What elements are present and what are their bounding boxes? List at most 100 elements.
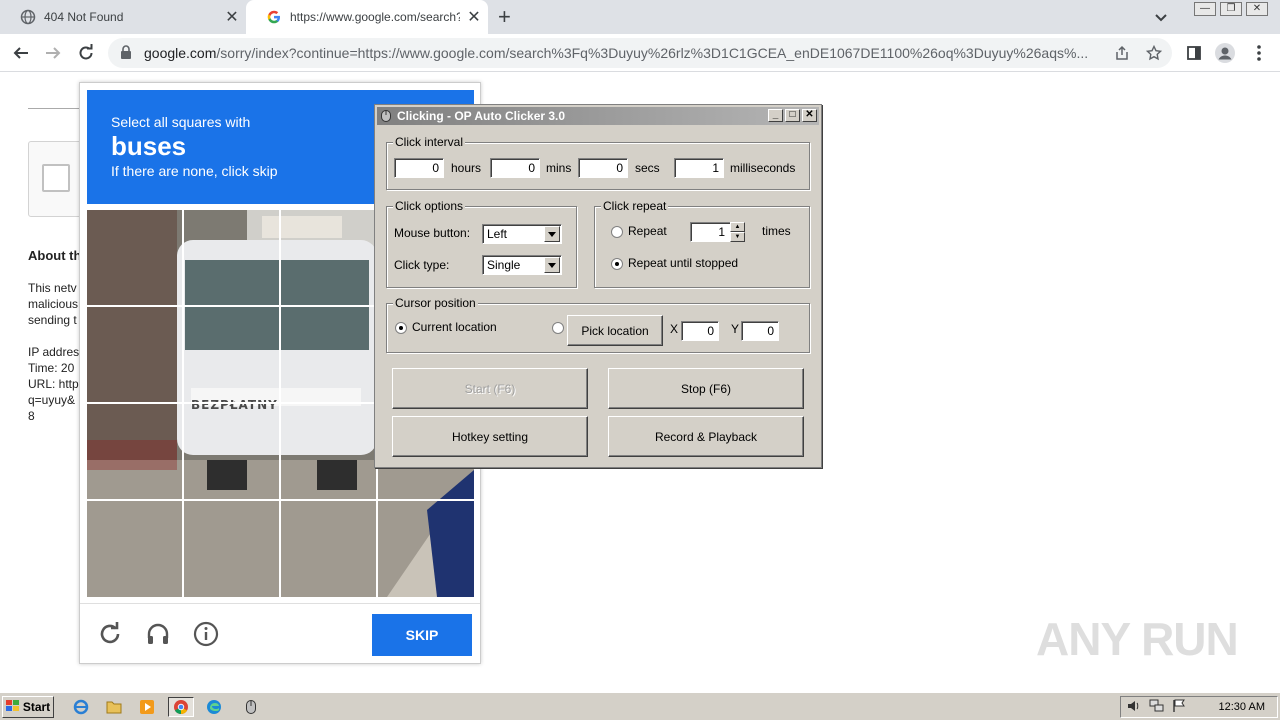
close-icon[interactable]: ✕ xyxy=(1246,2,1268,16)
recaptcha-checkbox[interactable] xyxy=(42,164,70,192)
current-location-radio[interactable] xyxy=(395,322,407,334)
star-icon[interactable] xyxy=(1145,44,1163,61)
reload-icon[interactable] xyxy=(96,620,124,648)
click-type-value: Single xyxy=(487,258,521,272)
dropdown-arrow-icon[interactable] xyxy=(544,226,560,242)
profile-avatar-icon[interactable] xyxy=(1214,42,1236,64)
mins-label: mins xyxy=(546,161,572,175)
secs-label: secs xyxy=(635,161,660,175)
stop-button[interactable]: Stop (F6) xyxy=(608,368,804,409)
back-arrow-icon[interactable] xyxy=(10,42,32,64)
restore-icon[interactable]: ❐ xyxy=(1220,2,1242,16)
tab-title: 404 Not Found xyxy=(44,10,124,24)
tab-google[interactable]: https://www.google.com/search?q= ✕ xyxy=(246,0,488,34)
headphones-icon[interactable] xyxy=(144,620,172,648)
times-label: times xyxy=(762,224,791,238)
chevron-down-icon[interactable] xyxy=(1152,8,1170,26)
window-title-bar[interactable]: Clicking - OP Auto Clicker 3.0 _ □ ✕ xyxy=(377,107,819,125)
repeat-label: Repeat xyxy=(628,224,667,238)
address-bar[interactable]: google.com/sorry/index?continue=https://… xyxy=(108,38,1172,68)
window-controls: — ❐ ✕ xyxy=(1194,2,1268,16)
start-button[interactable]: Start (F6) xyxy=(392,368,588,409)
about-heading: About th xyxy=(28,248,82,263)
tab-close-icon[interactable]: ✕ xyxy=(218,7,246,27)
secs-input[interactable]: 0 xyxy=(578,158,628,178)
folder-icon[interactable] xyxy=(103,697,125,717)
browser-toolbar: google.com/sorry/index?continue=https://… xyxy=(0,34,1280,72)
minimize-icon[interactable]: _ xyxy=(768,109,783,122)
x-input[interactable]: 0 xyxy=(681,321,719,341)
repeat-spinner[interactable]: ▲ ▼ xyxy=(730,222,745,242)
mouse-button-value: Left xyxy=(487,227,508,241)
bus-sign-text: BEZPŁATNY xyxy=(191,398,278,412)
start-button[interactable]: Start xyxy=(2,696,54,718)
info-icon[interactable] xyxy=(192,620,220,648)
grid-line xyxy=(87,499,474,501)
chrome-icon[interactable] xyxy=(168,697,194,717)
group-label: Cursor position xyxy=(393,296,478,310)
mins-input[interactable]: 0 xyxy=(490,158,540,178)
auto-clicker-window: Clicking - OP Auto Clicker 3.0 _ □ ✕ Cli… xyxy=(374,104,822,468)
pick-location-radio[interactable] xyxy=(552,322,564,334)
new-tab-button[interactable]: + xyxy=(498,6,511,28)
pick-location-button[interactable]: Pick location xyxy=(567,315,663,346)
google-icon xyxy=(266,9,282,25)
mouse-button-select[interactable]: Left xyxy=(482,224,562,244)
clock: 12:30 AM xyxy=(1218,701,1265,713)
edge-icon[interactable] xyxy=(203,697,225,717)
windows-logo-icon xyxy=(5,699,20,715)
challenge-footer: SKIP xyxy=(80,603,480,663)
group-label: Click repeat xyxy=(601,199,669,213)
dropdown-arrow-icon[interactable] xyxy=(544,257,560,273)
anyrun-watermark: ANY RUN xyxy=(1036,613,1239,665)
screen: 404 Not Found ✕ https://www.google.com/s… xyxy=(0,0,1280,720)
volume-icon[interactable] xyxy=(1127,699,1141,716)
record-playback-button[interactable]: Record & Playback xyxy=(608,416,804,457)
y-input[interactable]: 0 xyxy=(741,321,779,341)
kebab-menu-icon[interactable] xyxy=(1248,42,1270,64)
click-options-group: Click options Mouse button: Left Click t… xyxy=(386,199,577,288)
lock-icon[interactable] xyxy=(120,44,132,62)
url-text[interactable]: google.com/sorry/index?continue=https://… xyxy=(144,45,1106,61)
spin-up-icon[interactable]: ▲ xyxy=(730,222,745,232)
network-icon[interactable] xyxy=(1149,699,1165,716)
taskbar: Start 12:30 AM xyxy=(0,692,1280,720)
hotkey-setting-button[interactable]: Hotkey setting xyxy=(392,416,588,457)
repeat-count-input[interactable]: 1 xyxy=(690,222,732,242)
maximize-icon[interactable]: □ xyxy=(785,109,800,122)
internet-explorer-icon[interactable] xyxy=(70,697,92,717)
repeat-until-stopped-radio[interactable] xyxy=(611,258,623,270)
tab-close-icon[interactable]: ✕ xyxy=(460,7,488,27)
minimize-icon[interactable]: — xyxy=(1194,2,1216,16)
forward-arrow-icon[interactable] xyxy=(42,42,64,64)
group-label: Click options xyxy=(393,199,466,213)
mouse-button-label: Mouse button: xyxy=(394,226,471,240)
mouse-icon xyxy=(381,110,391,122)
x-label: X xyxy=(670,322,679,336)
spin-down-icon[interactable]: ▼ xyxy=(730,232,745,242)
click-interval-group: Click interval 0 hours 0 mins 0 secs 1 m… xyxy=(386,135,810,190)
click-type-label: Click type: xyxy=(394,258,450,272)
url-path: /sorry/index?continue=https://www.google… xyxy=(216,45,1089,61)
window-buttons: _ □ ✕ xyxy=(768,109,817,122)
milliseconds-input[interactable]: 1 xyxy=(674,158,724,178)
repeat-radio[interactable] xyxy=(611,226,623,238)
auto-clicker-taskbar-icon[interactable] xyxy=(238,697,264,717)
tab-title: https://www.google.com/search?q= xyxy=(290,10,460,24)
url-host: google.com xyxy=(144,45,217,61)
click-type-select[interactable]: Single xyxy=(482,255,562,275)
start-label: Start xyxy=(22,700,51,714)
share-icon[interactable] xyxy=(1114,45,1130,61)
reload-icon[interactable] xyxy=(75,42,97,64)
tab-404[interactable]: 404 Not Found ✕ xyxy=(0,0,246,34)
window-title: Clicking - OP Auto Clicker 3.0 xyxy=(397,109,566,123)
hours-label: hours xyxy=(451,161,482,175)
hours-input[interactable]: 0 xyxy=(394,158,444,178)
cursor-position-group: Cursor position Current location Pick lo… xyxy=(386,296,810,353)
skip-button[interactable]: SKIP xyxy=(372,614,472,656)
side-panel-icon[interactable] xyxy=(1183,42,1205,64)
close-icon[interactable]: ✕ xyxy=(802,109,817,122)
globe-icon xyxy=(20,9,36,25)
flag-icon[interactable] xyxy=(1173,699,1185,716)
media-player-icon[interactable] xyxy=(136,697,158,717)
